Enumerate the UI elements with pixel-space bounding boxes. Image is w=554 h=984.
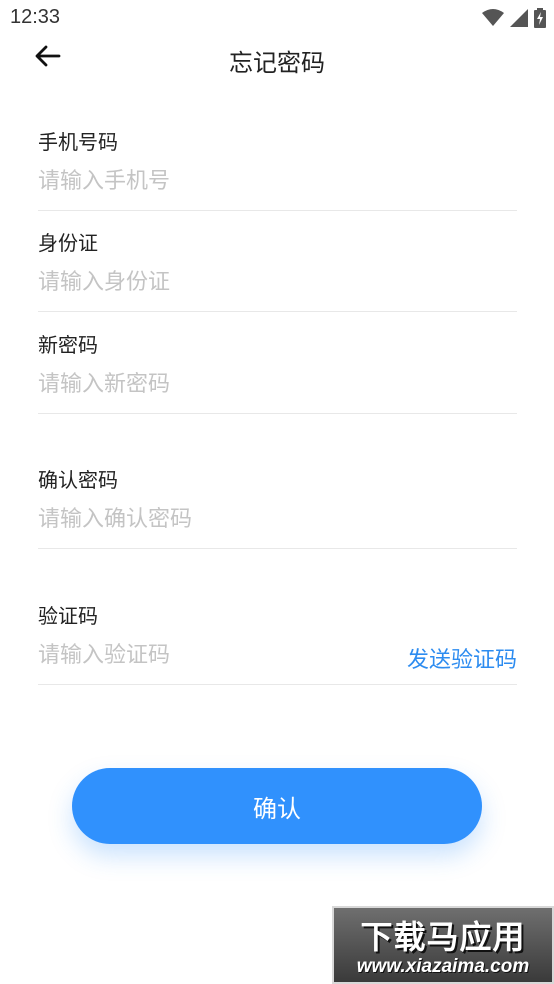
new-password-field: 新密码 — [38, 320, 517, 414]
id-card-input[interactable] — [38, 266, 378, 298]
phone-field: 手机号码 — [38, 118, 517, 211]
verify-code-label: 验证码 — [38, 604, 98, 628]
confirm-password-label: 确认密码 — [38, 468, 118, 492]
phone-label: 手机号码 — [38, 130, 118, 154]
watermark-main-text: 下载马应用 — [360, 918, 526, 956]
status-icons — [482, 8, 546, 28]
signal-icon — [510, 9, 528, 27]
confirm-button[interactable]: 确认 — [72, 768, 482, 844]
id-card-field: 身份证 — [38, 219, 517, 312]
id-card-label: 身份证 — [38, 231, 98, 255]
wifi-icon — [482, 9, 504, 27]
verify-code-input[interactable] — [38, 639, 338, 671]
battery-charging-icon — [534, 8, 546, 28]
app-bar: 忘记密码 — [0, 38, 554, 78]
status-bar: 12:33 — [0, 0, 554, 38]
watermark-logo: 下载马应用 www.xiazaima.com — [332, 906, 554, 984]
verify-code-field: 验证码 发送验证码 — [38, 592, 517, 685]
status-time: 12:33 — [10, 6, 61, 28]
send-code-button[interactable]: 发送验证码 — [407, 642, 517, 674]
confirm-password-input[interactable] — [38, 503, 378, 535]
page-title: 忘记密码 — [229, 49, 325, 77]
new-password-label: 新密码 — [38, 333, 98, 357]
confirm-password-field: 确认密码 — [38, 456, 517, 549]
watermark-sub-text: www.xiazaima.com — [356, 956, 530, 977]
phone-input[interactable] — [38, 165, 378, 197]
new-password-input[interactable] — [38, 368, 378, 400]
